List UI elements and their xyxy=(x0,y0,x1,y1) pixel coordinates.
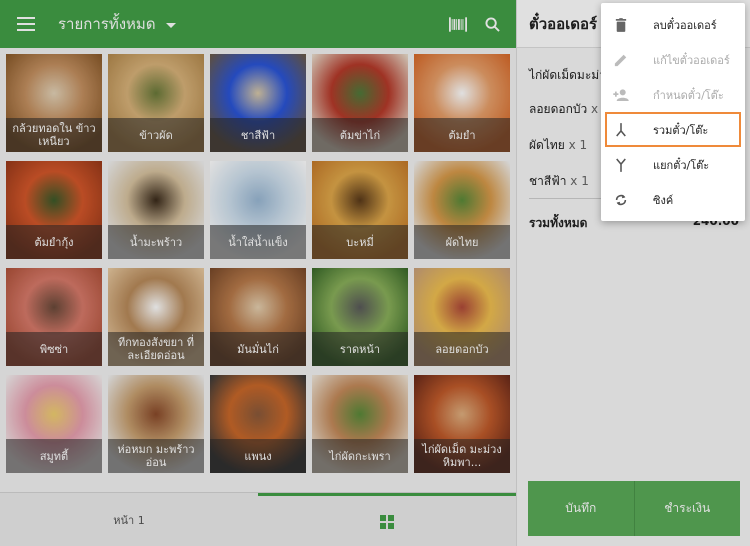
menu-item-edit-ticket[interactable]: แก้ไขตั๋วออเดอร์ xyxy=(601,42,745,77)
menu-item-label: ซิงค์ xyxy=(653,193,674,207)
product-tile[interactable]: แพนง xyxy=(210,375,306,473)
save-button[interactable]: บันทึก xyxy=(528,481,634,536)
barcode-scan-icon[interactable] xyxy=(448,14,468,34)
product-tile[interactable]: น้ำใส่น้ำแข็ง xyxy=(210,161,306,259)
menu-item-label: ลบตั๋วออเดอร์ xyxy=(653,18,717,32)
pay-button[interactable]: ชำระเงิน xyxy=(633,481,740,536)
product-name: ไก่ผัดกะเพรา xyxy=(312,439,408,473)
menu-item-sync[interactable]: ซิงค์ xyxy=(601,182,745,217)
top-app-bar: รายการทั้งหมด xyxy=(0,0,516,48)
ticket-line-item[interactable]: ผัดไทย x 1 xyxy=(529,136,587,155)
menu-item-label: รวมตั๋ว/โต๊ะ xyxy=(653,123,709,137)
ticket-title: ตั๋วออเดอร์ xyxy=(529,14,598,33)
menu-item-label: แยกตั๋ว/โต๊ะ xyxy=(653,158,710,172)
product-name: ราดหน้า xyxy=(312,332,408,366)
tab-page-1[interactable]: หน้า 1 xyxy=(0,493,258,546)
product-name: พิซซ่า xyxy=(6,332,102,366)
ticket-line-item[interactable]: ชาสีฟ้า x 1 xyxy=(529,172,589,191)
product-name: ผัดไทย xyxy=(414,225,510,259)
pencil-icon xyxy=(613,52,629,68)
product-tile[interactable]: ราดหน้า xyxy=(312,268,408,366)
product-tile[interactable]: กล้วยทอดใน ข้าวเหนียว xyxy=(6,54,102,152)
product-tile[interactable]: ต้มข่าไก่ xyxy=(312,54,408,152)
total-label: รวมทั้งหมด xyxy=(529,216,588,230)
menu-item-merge-ticket[interactable]: รวมตั๋ว/โต๊ะ xyxy=(605,112,741,147)
product-name: ชาสีฟ้า xyxy=(210,118,306,152)
product-tile[interactable]: ไก่ผัดเม็ด มะม่วงหิมพา... xyxy=(414,375,510,473)
product-name: บะหมี่ xyxy=(312,225,408,259)
product-name: กล้วยทอดใน ข้าวเหนียว xyxy=(6,118,102,152)
line-item-name: ผัดไทย xyxy=(529,138,565,152)
product-name: ต้มยำกุ้ง xyxy=(6,225,102,259)
search-icon[interactable] xyxy=(482,14,502,34)
product-name: มันมั่นไก่ xyxy=(210,332,306,366)
product-name: ห่อหมก มะพร้าวอ่อน xyxy=(108,439,204,473)
menu-item-split-ticket[interactable]: แยกตั๋ว/โต๊ะ xyxy=(601,147,745,182)
product-tile[interactable]: ข้าวผัด xyxy=(108,54,204,152)
ticket-options-menu: ลบตั๋วออเดอร์ แก้ไขตั๋วออเดอร์ กำหนดตั๋ว… xyxy=(601,3,745,221)
assign-person-icon xyxy=(613,87,629,103)
product-name: แพนง xyxy=(210,439,306,473)
chevron-down-icon[interactable] xyxy=(165,22,176,28)
category-selector[interactable]: รายการทั้งหมด xyxy=(58,12,156,36)
product-name: ข้าวผัด xyxy=(108,118,204,152)
menu-item-label: แก้ไขตั๋วออเดอร์ xyxy=(653,53,730,67)
product-tile[interactable]: พิซซ่า xyxy=(6,268,102,366)
product-tile[interactable]: ลอยดอกบัว xyxy=(414,268,510,366)
trash-icon xyxy=(613,17,629,33)
line-item-name: ชาสีฟ้า xyxy=(529,174,567,188)
line-item-name: ไก่ผัดเม็ดมะม่วง xyxy=(529,68,612,82)
action-buttons: บันทึก ชำระเงิน xyxy=(528,481,740,536)
merge-icon xyxy=(613,122,629,138)
menu-item-label: กำหนดตั๋ว/โต๊ะ xyxy=(653,88,724,102)
ticket-line-item[interactable]: ไก่ผัดเม็ดมะม่วง xyxy=(529,66,612,85)
sync-icon xyxy=(613,192,629,208)
product-tile[interactable]: ห่อหมก มะพร้าวอ่อน xyxy=(108,375,204,473)
product-tile[interactable]: ชาสีฟ้า xyxy=(210,54,306,152)
ticket-line-item[interactable]: ลอยดอกบัว x 1 xyxy=(529,100,610,119)
split-icon xyxy=(613,157,629,173)
product-name: น้ำใส่น้ำแข็ง xyxy=(210,225,306,259)
menu-item-assign-ticket[interactable]: กำหนดตั๋ว/โต๊ะ xyxy=(601,77,745,112)
line-item-qty: x 1 xyxy=(570,174,589,188)
line-item-qty: x 1 xyxy=(568,138,588,152)
bottom-navigation: หน้า 1 xyxy=(0,492,516,546)
product-tile[interactable]: สมูทตี้ xyxy=(6,375,102,473)
product-name: ลอยดอกบัว xyxy=(414,332,510,366)
page-label: หน้า 1 xyxy=(113,514,145,527)
product-name: ต้มข่าไก่ xyxy=(312,118,408,152)
product-tile[interactable]: ทีกทองสังขยา ที่ละเอียดอ่อน xyxy=(108,268,204,366)
product-grid: กล้วยทอดใน ข้าวเหนียว ข้าวผัด ชาสีฟ้า ต้มข่… xyxy=(0,48,516,492)
product-tile[interactable]: ต้มยำ xyxy=(414,54,510,152)
product-tile[interactable]: มันมั่นไก่ xyxy=(210,268,306,366)
product-name: น้ำมะพร้าว xyxy=(108,225,204,259)
product-name: ไก่ผัดเม็ด มะม่วงหิมพา... xyxy=(414,439,510,473)
tab-grid[interactable] xyxy=(258,493,516,546)
product-tile[interactable]: บะหมี่ xyxy=(312,161,408,259)
product-name: ต้มยำ xyxy=(414,118,510,152)
product-tile[interactable]: ไก่ผัดกะเพรา xyxy=(312,375,408,473)
product-name: ทีกทองสังขยา ที่ละเอียดอ่อน xyxy=(108,332,204,366)
menu-item-delete-ticket[interactable]: ลบตั๋วออเดอร์ xyxy=(601,7,745,42)
grid-icon xyxy=(380,514,394,529)
product-tile[interactable]: น้ำมะพร้าว xyxy=(108,161,204,259)
hamburger-menu-icon[interactable] xyxy=(0,0,52,48)
product-tile[interactable]: ต้มยำกุ้ง xyxy=(6,161,102,259)
line-item-name: ลอยดอกบัว xyxy=(529,102,588,116)
product-tile[interactable]: ผัดไทย xyxy=(414,161,510,259)
product-name: สมูทตี้ xyxy=(6,439,102,473)
